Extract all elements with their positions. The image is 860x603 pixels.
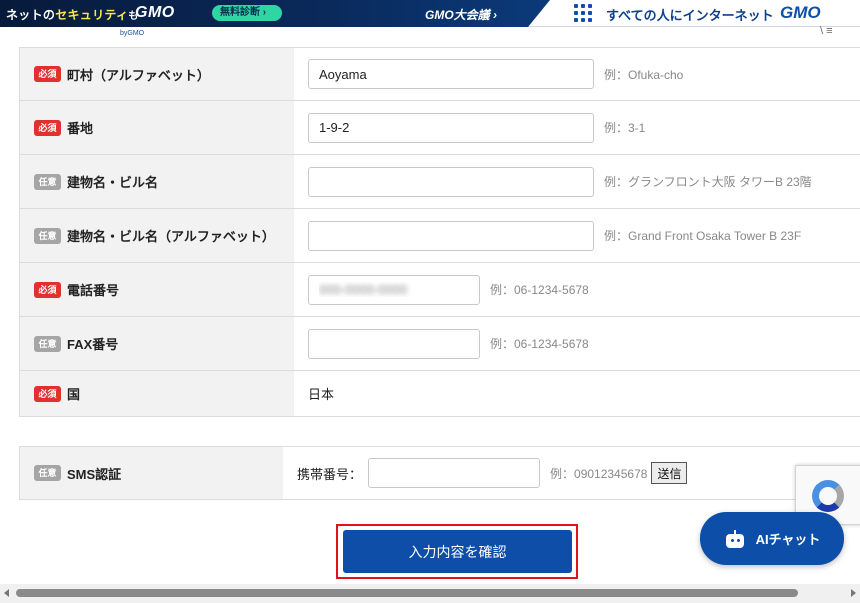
example-text: 例：06-1234-5678 — [490, 283, 589, 297]
gmo-tagline: すべての人にインターネット — [606, 8, 774, 23]
required-badge: 必須 — [34, 66, 61, 82]
scrollbar-thumb[interactable] — [16, 589, 798, 597]
block-number-input[interactable] — [308, 112, 594, 143]
optional-badge: 任意 — [34, 335, 61, 352]
confirm-input-button[interactable]: 入力内容を確認 — [343, 530, 572, 573]
example-text: 例：グランフロント大阪 タワーB 23階 — [604, 175, 812, 189]
menu-icon[interactable]: \ ≡ — [820, 25, 833, 37]
horizontal-scrollbar[interactable] — [0, 584, 860, 603]
mobile-number-input[interactable] — [368, 458, 541, 488]
robot-icon — [724, 529, 746, 548]
optional-badge: 任意 — [34, 227, 61, 244]
form-row-sms: 任意 SMS認証 携帯番号： 例：09012345678 送信 — [19, 446, 860, 500]
required-badge: 必須 — [34, 119, 61, 136]
example-text: 例：Ofuka-cho — [604, 67, 684, 82]
field-label: FAX番号 — [67, 337, 119, 352]
form-row-phone: 必須 電話番号 例：06-1234-5678 — [19, 263, 860, 317]
form-row-block-number: 必須 番地 例：3-1 — [19, 101, 860, 155]
example-text: 例：Grand Front Osaka Tower B 23F — [604, 229, 802, 243]
gmo-conference-link[interactable]: GMO大会議 › — [425, 6, 497, 23]
security-promo-banner[interactable]: ネットのセキュリティも GMO 無料診断 › GMO大会議 › — [0, 0, 550, 27]
country-value: 日本 — [308, 387, 335, 402]
phone-input[interactable] — [308, 274, 480, 305]
gmo-brand-logo[interactable]: GMO — [780, 3, 821, 23]
required-badge: 必須 — [34, 385, 61, 402]
security-promo-text: ネットのセキュリティも — [6, 8, 139, 22]
send-sms-button[interactable]: 送信 — [651, 462, 688, 484]
ai-chat-button[interactable]: AIチャット — [700, 512, 844, 565]
apps-grid-icon[interactable] — [574, 4, 592, 22]
sms-section: 任意 SMS認証 携帯番号： 例：09012345678 送信 — [19, 446, 860, 500]
field-label: 建物名・ビル名（アルファベット） — [67, 229, 275, 244]
town-alphabet-input[interactable] — [308, 59, 594, 89]
optional-badge: 任意 — [34, 173, 61, 190]
field-label: 町村（アルファベット） — [67, 67, 210, 83]
site-header: byGMO \ ≡ — [0, 25, 860, 47]
form-row-fax: 任意 FAX番号 例：06-1234-5678 — [19, 317, 860, 371]
field-label: 電話番号 — [67, 283, 120, 298]
example-text: 例：3-1 — [604, 121, 646, 135]
field-label: SMS認証 — [67, 466, 122, 482]
scroll-right-icon[interactable] — [851, 589, 856, 597]
gmo-logo: GMO — [135, 4, 175, 21]
example-text: 例：09012345678 — [550, 466, 648, 481]
optional-badge: 任意 — [34, 465, 61, 481]
site-logo[interactable]: byGMO — [120, 30, 144, 37]
building-input[interactable] — [308, 166, 594, 197]
recaptcha-icon — [812, 480, 844, 512]
required-badge: 必須 — [34, 281, 61, 298]
fax-input[interactable] — [308, 328, 480, 359]
form-row-country: 必須 国 日本 — [19, 371, 860, 417]
example-text: 例：06-1234-5678 — [490, 337, 589, 351]
scroll-left-icon[interactable] — [4, 589, 9, 597]
gmo-top-banner: ネットのセキュリティも GMO 無料診断 › GMO大会議 › すべての人にイン… — [0, 0, 860, 27]
mobile-number-caption: 携帯番号： — [297, 466, 363, 482]
free-diagnosis-button[interactable]: 無料診断 › — [212, 5, 282, 21]
field-label: 国 — [67, 387, 81, 402]
address-form: 必須 町村（アルファベット） 例：Ofuka-cho 必須 番地 例：3-1 任… — [19, 47, 860, 417]
form-row-building: 任意 建物名・ビル名 例：グランフロント大阪 タワーB 23階 — [19, 155, 860, 209]
ai-chat-label: AIチャット — [755, 532, 821, 547]
building-alphabet-input[interactable] — [308, 220, 594, 251]
field-label: 番地 — [67, 121, 94, 136]
form-row-town-alphabet: 必須 町村（アルファベット） 例：Ofuka-cho — [19, 47, 860, 101]
form-row-building-alphabet: 任意 建物名・ビル名（アルファベット） 例：Grand Front Osaka … — [19, 209, 860, 263]
field-label: 建物名・ビル名 — [67, 175, 159, 190]
